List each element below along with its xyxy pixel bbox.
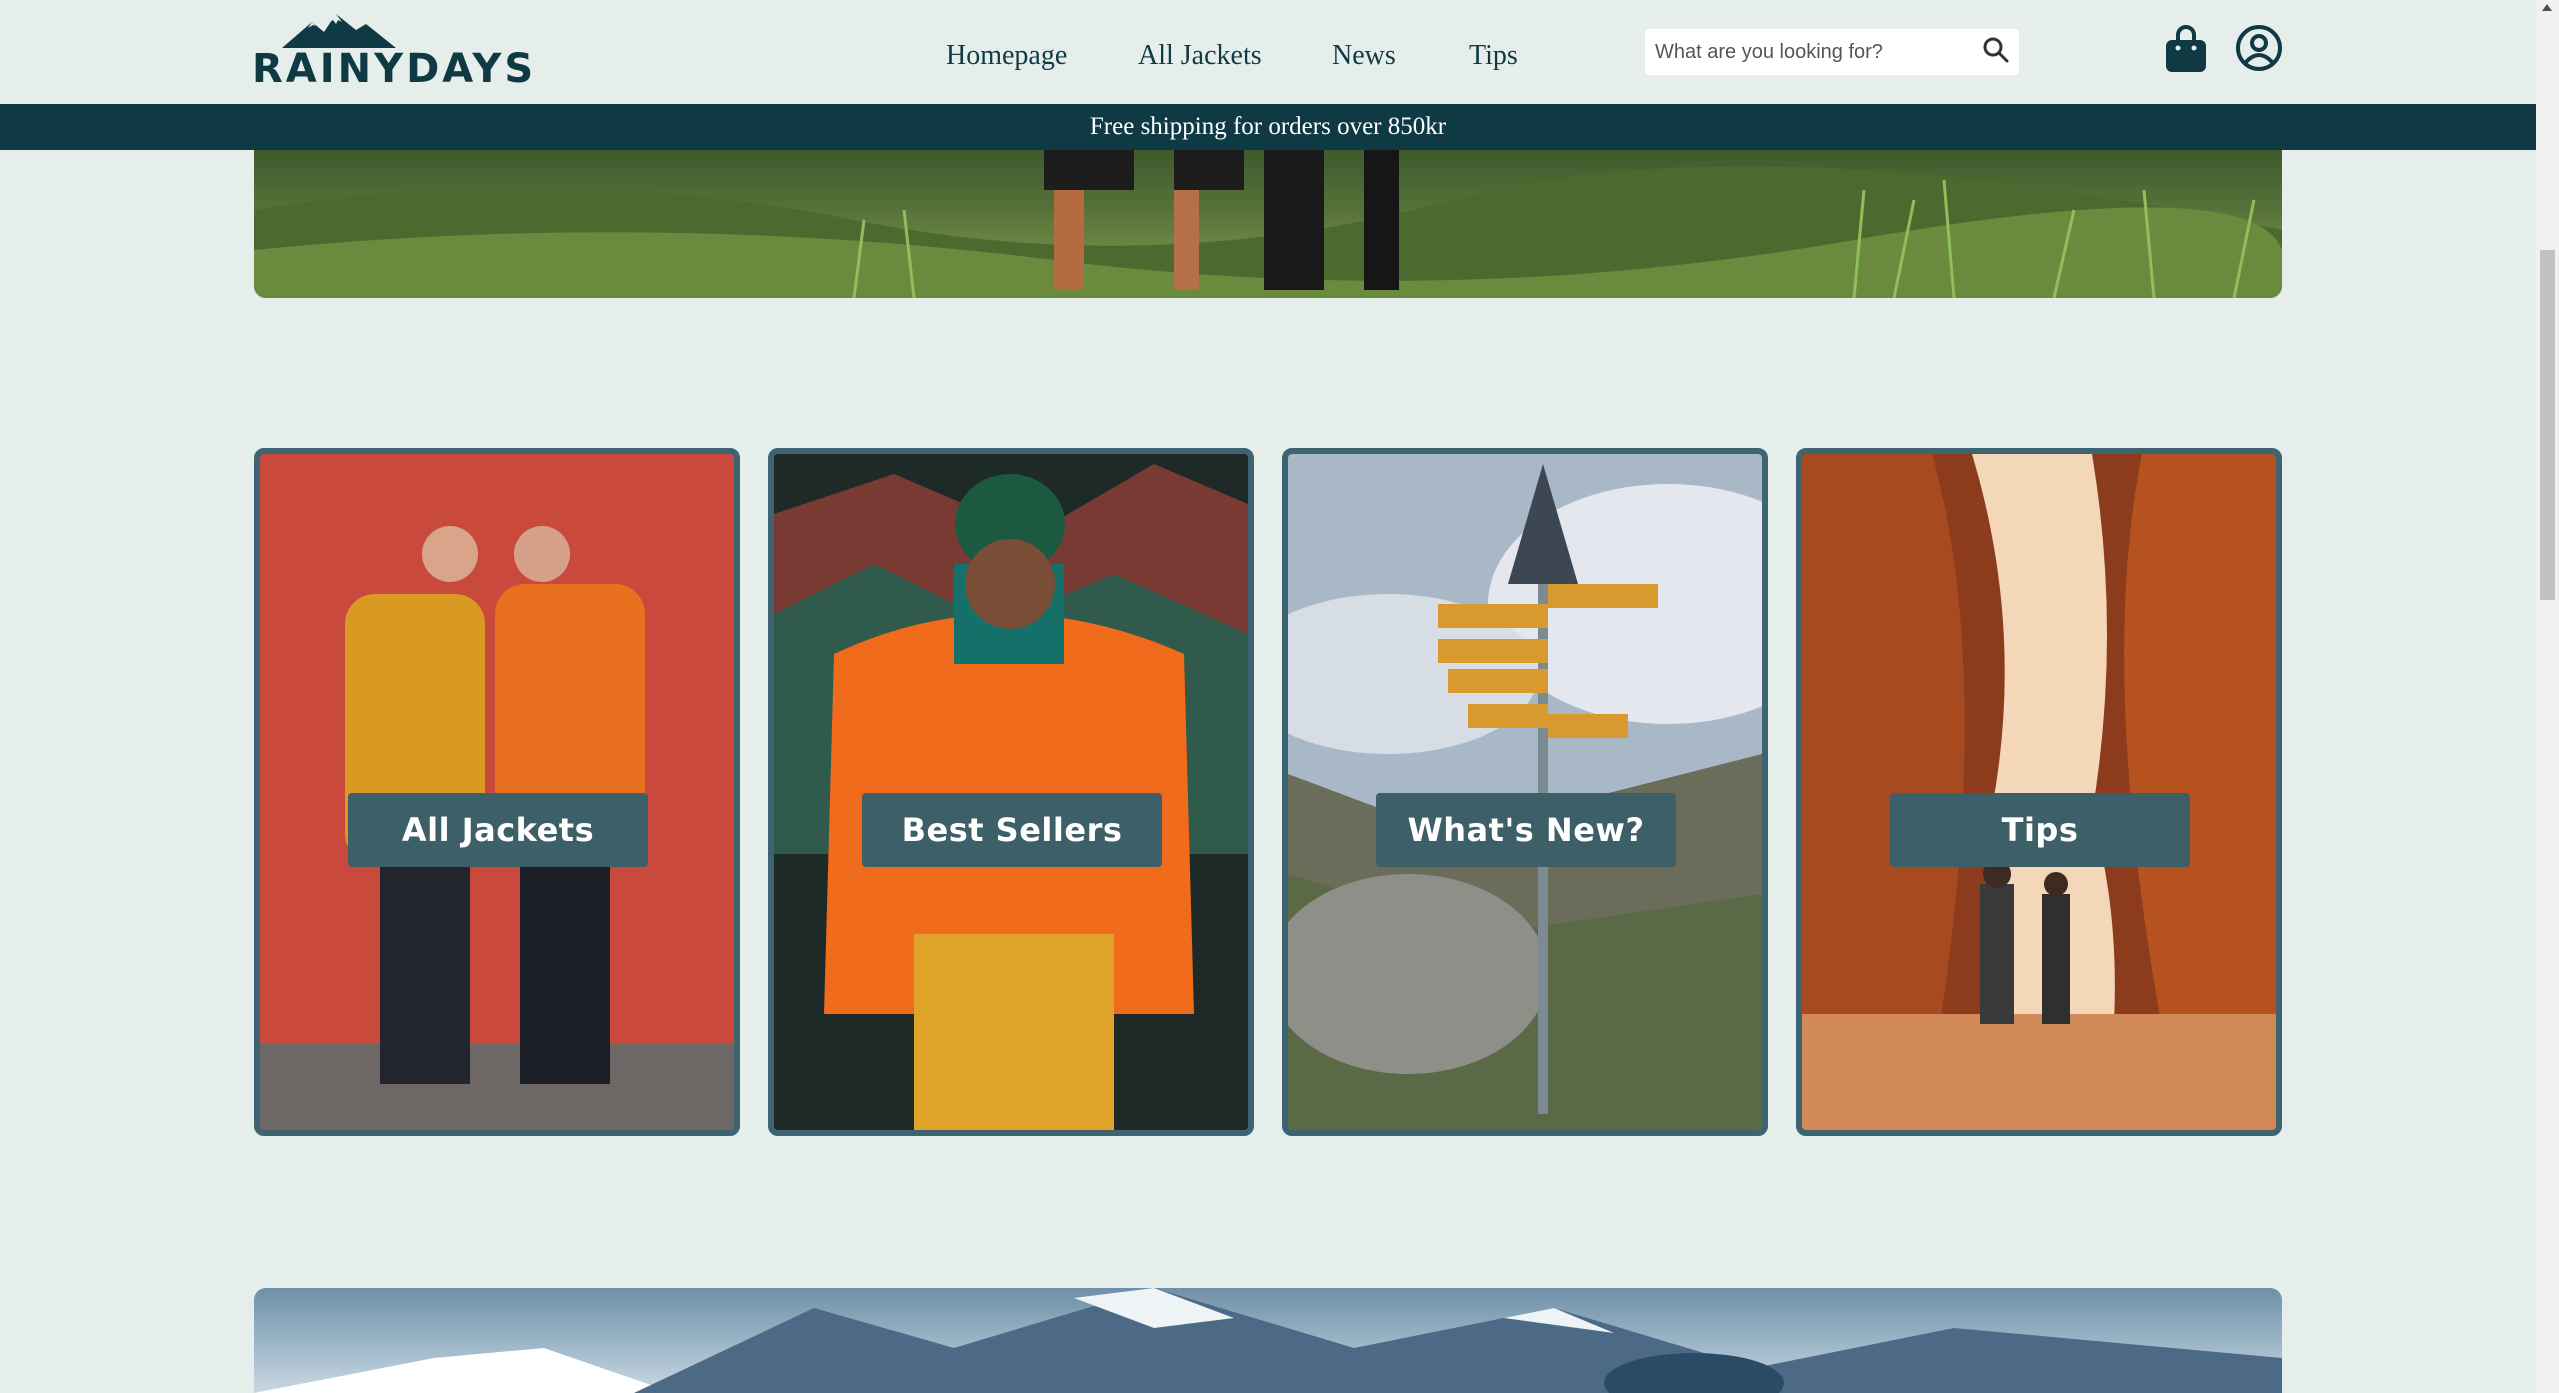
shipping-banner: Free shipping for orders over 850kr: [0, 104, 2536, 150]
nav-homepage[interactable]: Homepage: [946, 40, 1067, 72]
scroll-thumb[interactable]: [2540, 250, 2555, 600]
category-label: All Jackets: [348, 793, 648, 867]
whats-new-image: [1288, 454, 1762, 1130]
search-input[interactable]: [1645, 29, 1965, 75]
site-header: RAINYDAYS Homepage All Jackets News Tips: [0, 0, 2536, 104]
nav-all-jackets[interactable]: All Jackets: [1138, 40, 1262, 72]
category-card-whats-new[interactable]: What's New?: [1282, 448, 1768, 1136]
search-icon[interactable]: [1981, 35, 2011, 65]
category-cards: All Jackets Best Sellers What's New? Tip…: [254, 448, 2282, 1136]
vertical-scrollbar[interactable]: [2536, 0, 2559, 1393]
main-nav: Homepage All Jackets News Tips: [0, 40, 2536, 80]
category-card-tips[interactable]: Tips: [1796, 448, 2282, 1136]
category-card-all-jackets[interactable]: All Jackets: [254, 448, 740, 1136]
user-account-icon[interactable]: [2235, 24, 2283, 72]
tips-image: [1802, 454, 2276, 1130]
scroll-up-arrow-icon[interactable]: [2542, 4, 2552, 11]
best-sellers-image: [774, 454, 1248, 1130]
hero-image: [254, 150, 2282, 298]
search-box: [1645, 29, 2019, 75]
category-label: What's New?: [1376, 793, 1676, 867]
category-label: Tips: [1890, 793, 2190, 867]
shipping-text: Free shipping for orders over 850kr: [1089, 113, 1447, 140]
category-label: Best Sellers: [862, 793, 1162, 867]
hero-grass-illustration: [254, 150, 2282, 298]
nav-news[interactable]: News: [1332, 40, 1396, 72]
nav-tips[interactable]: Tips: [1469, 40, 1518, 72]
category-card-best-sellers[interactable]: Best Sellers: [768, 448, 1254, 1136]
shopping-bag-icon[interactable]: [2164, 24, 2208, 74]
all-jackets-image: [260, 454, 734, 1130]
snowy-mountain-illustration: [254, 1288, 2282, 1393]
mountain-banner-image: [254, 1288, 2282, 1393]
